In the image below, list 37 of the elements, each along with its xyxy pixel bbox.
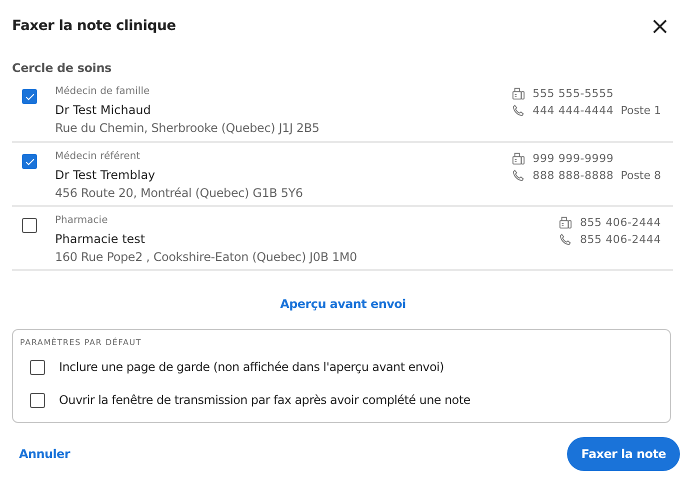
contact-role: Médecin de famille — [55, 85, 151, 99]
contact-name: Dr Test Tremblay — [55, 167, 156, 184]
contact-role: Médecin référent — [55, 150, 142, 164]
contact-name: Pharmacie test — [55, 231, 146, 248]
contact-address: 456 Route 20, Montréal (Quebec) G1B 5Y6 — [55, 185, 304, 202]
fax-icon — [558, 216, 572, 229]
phone-icon — [558, 233, 572, 246]
defaults-legend: PARAMÈTRES PAR DÉFAUT — [20, 338, 662, 347]
fax-number: 999 999-9999 — [532, 152, 614, 165]
checkbox[interactable] — [22, 89, 37, 104]
checkbox[interactable] — [22, 154, 37, 169]
fax-number: 555 555-5555 — [532, 87, 614, 100]
fax-number: 855 406-2444 — [580, 216, 661, 229]
option-label: Inclure une page de garde (non affichée dans l'aperçu avant envoi) — [59, 360, 444, 374]
phone-number: 855 406-2444 — [580, 233, 661, 246]
phone-icon — [512, 104, 525, 117]
checkbox[interactable] — [22, 218, 37, 233]
preview-link[interactable]: Aperçu avant envoi — [280, 297, 406, 311]
contact-name: Dr Test Michaud — [55, 102, 152, 119]
section-title: Cercle de soins — [12, 61, 112, 75]
close-button[interactable]: × — [646, 15, 674, 37]
phone-number: 444 444-4444 — [532, 104, 614, 117]
phone-icon — [512, 169, 525, 182]
checkbox[interactable] — [30, 392, 45, 408]
contact-address: 160 Rue Pope2 , Cookshire-Eaton (Quebec) J0B 1M0 — [55, 249, 358, 266]
contact-address: Rue du Chemin, Sherbrooke (Quebec) J1J 2B5 — [55, 120, 320, 137]
contact-role: Pharmacie — [55, 214, 109, 228]
phone-extension: Poste 8 — [620, 169, 661, 182]
phone-extension: Poste 1 — [620, 104, 661, 117]
dialog-title: Faxer la note clinique — [12, 18, 176, 34]
phone-number: 888 888-8888 — [532, 169, 614, 182]
fax-button[interactable]: Faxer la note — [567, 437, 680, 471]
fax-icon — [512, 87, 525, 100]
checkbox[interactable] — [30, 360, 45, 374]
option-label: Ouvrir la fenêtre de transmission par fax après avoir complété une note — [59, 393, 470, 407]
cancel-button[interactable]: Annuler — [12, 447, 77, 461]
fax-icon — [512, 152, 525, 165]
